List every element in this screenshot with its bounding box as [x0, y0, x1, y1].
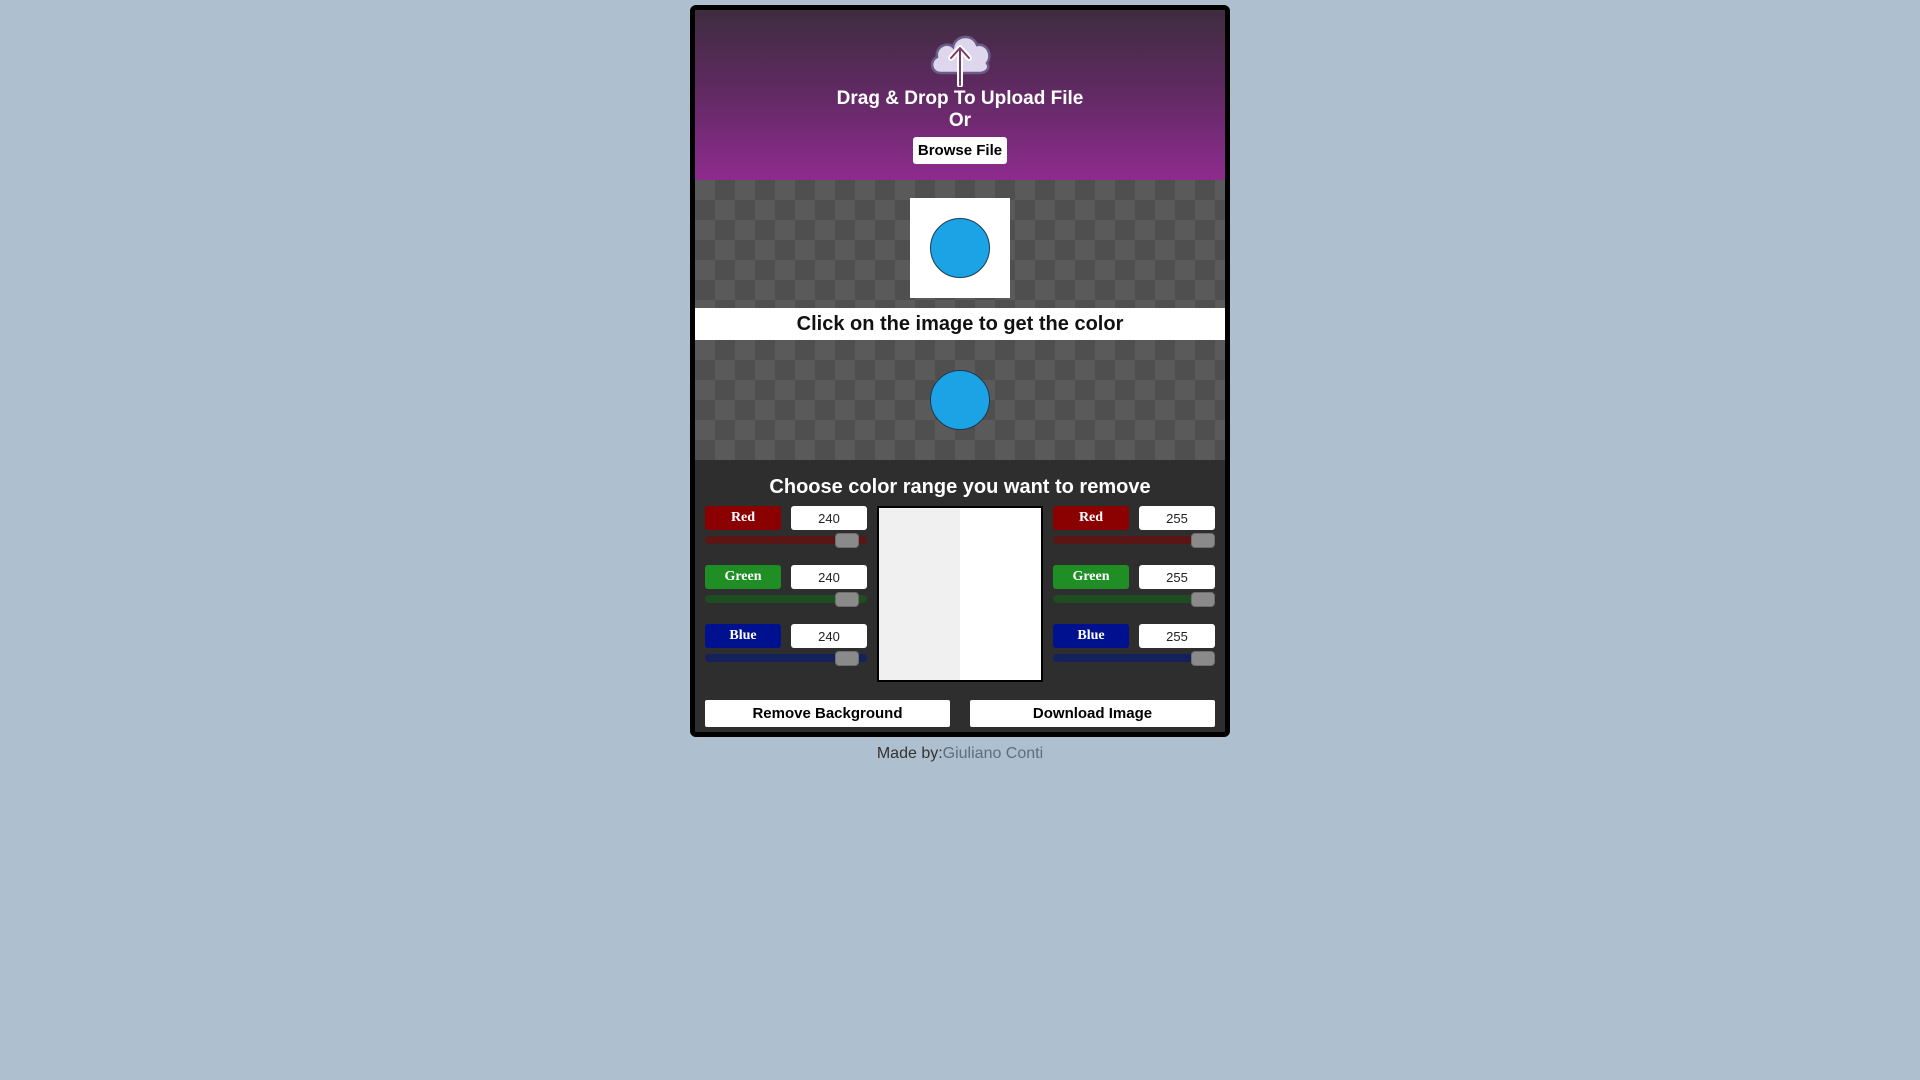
footer: Made by:Giuliano Conti [690, 745, 1230, 763]
min-color-swatch [879, 508, 960, 680]
max-red-control: Red [1053, 506, 1215, 550]
preview-circle [930, 218, 990, 278]
min-blue-slider-thumb[interactable] [835, 651, 859, 666]
made-by-text: Made by: [876, 745, 943, 762]
min-red-control: Red [705, 506, 867, 550]
drop-zone[interactable]: Drag & Drop To Upload File Or Browse Fil… [695, 10, 1225, 180]
min-green-label: Green [705, 565, 781, 589]
max-red-input[interactable] [1139, 506, 1215, 530]
min-green-slider-thumb[interactable] [835, 592, 859, 607]
download-image-button[interactable]: Download Image [970, 700, 1215, 727]
max-green-slider-thumb[interactable] [1191, 592, 1215, 607]
uploaded-image[interactable] [910, 198, 1010, 298]
image-preview-area [695, 180, 1225, 308]
max-color-swatch [960, 508, 1041, 680]
min-green-input[interactable] [791, 565, 867, 589]
min-blue-input[interactable] [791, 624, 867, 648]
click-instruction: Click on the image to get the color [695, 308, 1225, 340]
max-green-label: Green [1053, 565, 1129, 589]
range-title: Choose color range you want to remove [769, 476, 1151, 498]
max-blue-slider-thumb[interactable] [1191, 651, 1215, 666]
min-red-label: Red [705, 506, 781, 530]
color-range-swatch [877, 506, 1043, 682]
max-red-label: Red [1053, 506, 1129, 530]
max-blue-input[interactable] [1139, 624, 1215, 648]
result-preview-area [695, 340, 1225, 460]
min-blue-label: Blue [705, 624, 781, 648]
max-green-control: Green [1053, 565, 1215, 609]
min-red-input[interactable] [791, 506, 867, 530]
min-red-slider-thumb[interactable] [835, 533, 859, 548]
max-green-input[interactable] [1139, 565, 1215, 589]
color-range-panel: Choose color range you want to remove Re… [695, 460, 1225, 732]
max-blue-label: Blue [1053, 624, 1129, 648]
browse-file-button[interactable]: Browse File [913, 137, 1007, 164]
upload-or-text: Or [948, 110, 972, 131]
max-red-slider-thumb[interactable] [1191, 533, 1215, 548]
min-blue-control: Blue [705, 624, 867, 668]
min-green-control: Green [705, 565, 867, 609]
author-link[interactable]: Giuliano Conti [943, 745, 1044, 762]
cloud-upload-icon [930, 35, 991, 87]
remove-background-button[interactable]: Remove Background [705, 700, 950, 727]
upload-title: Drag & Drop To Upload File [836, 88, 1084, 109]
app-container: Drag & Drop To Upload File Or Browse Fil… [690, 5, 1230, 737]
result-circle [930, 370, 990, 430]
max-blue-control: Blue [1053, 624, 1215, 668]
